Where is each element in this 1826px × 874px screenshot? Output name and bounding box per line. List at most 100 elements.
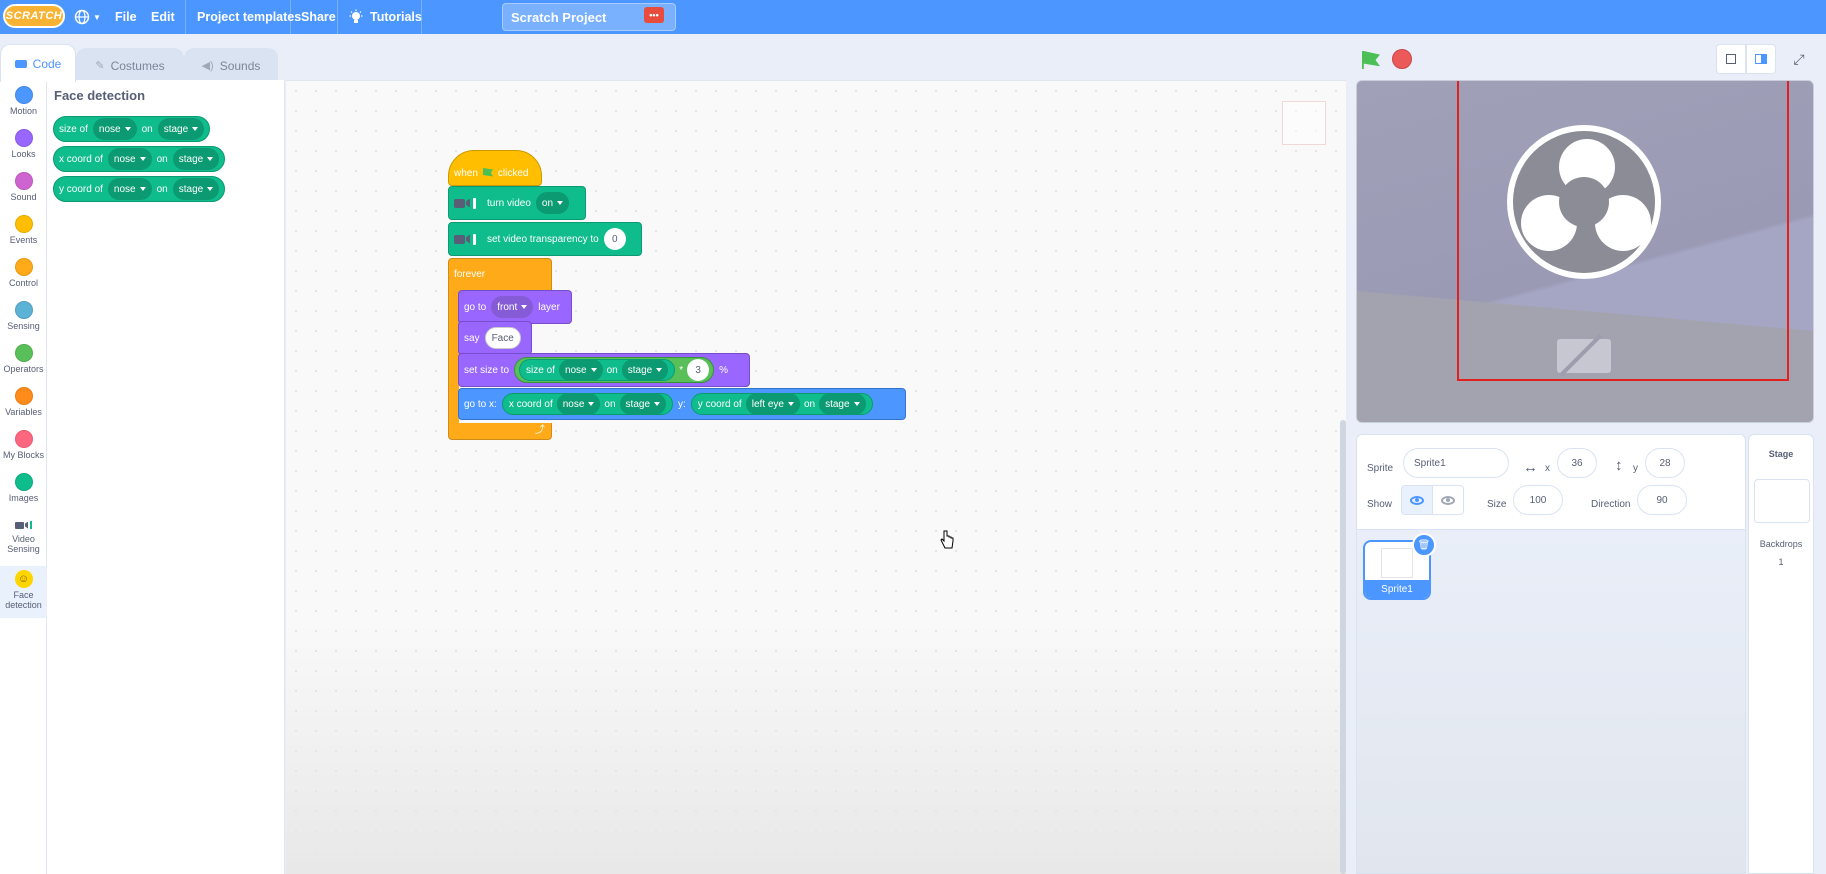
backdrops-count: 1 xyxy=(1778,557,1784,567)
say-block[interactable]: say Face xyxy=(458,321,532,355)
target-dropdown[interactable]: stage xyxy=(619,393,667,415)
target-dropdown[interactable]: stage xyxy=(621,359,669,381)
dropdown-caret-icon xyxy=(192,127,199,131)
palette-block-size-of[interactable]: size of nose on stage xyxy=(53,116,211,142)
direction-input[interactable]: 90 xyxy=(1637,485,1687,515)
category-label: Face detection xyxy=(5,590,42,610)
tab-sounds[interactable]: ◀) Sounds xyxy=(184,48,278,82)
size-input[interactable]: 100 xyxy=(1513,485,1563,515)
transparency-input[interactable]: 0 xyxy=(603,228,626,250)
y-input[interactable]: 28 xyxy=(1645,448,1685,478)
category-face-detection[interactable]: ☺ Face detection xyxy=(0,566,47,618)
hide-sprite-button[interactable] xyxy=(1432,485,1464,515)
sprite-thumbnail xyxy=(1381,548,1413,578)
category-variables[interactable]: Variables xyxy=(0,387,47,417)
share-menu[interactable]: Share xyxy=(301,0,336,34)
category-motion[interactable]: Motion xyxy=(0,86,47,116)
fullscreen-button[interactable]: ⤢ xyxy=(1784,44,1814,74)
category-label: Operators xyxy=(3,364,44,374)
project-templates-menu[interactable]: Project templates xyxy=(197,0,301,34)
menu-divider xyxy=(421,0,422,34)
dropdown-caret-icon xyxy=(207,157,214,161)
part-dropdown[interactable]: nose xyxy=(92,118,137,140)
tab-code[interactable]: Code xyxy=(0,44,76,82)
multiplier-input[interactable]: 3 xyxy=(687,359,710,381)
category-label: Sound xyxy=(10,192,37,202)
part-dropdown[interactable]: nose xyxy=(107,178,152,200)
category-label: Images xyxy=(8,493,39,503)
small-stage-button[interactable] xyxy=(1716,44,1746,74)
green-flag-button[interactable] xyxy=(1359,48,1383,72)
category-looks[interactable]: Looks xyxy=(0,129,47,159)
multiply-operator[interactable]: size of nose on stage * 3 xyxy=(514,357,715,383)
sprite-name-input[interactable]: Sprite1 xyxy=(1403,448,1509,478)
y-coord-reporter[interactable]: y coord of left eye on stage xyxy=(690,393,873,415)
x-coord-reporter[interactable]: x coord of nose on stage xyxy=(501,393,674,415)
part-dropdown[interactable]: nose xyxy=(556,393,601,415)
images-dot-icon xyxy=(14,473,33,491)
fullscreen-icon: ⤢ xyxy=(1793,50,1805,67)
tutorials-label: Tutorials xyxy=(370,10,422,24)
x-input[interactable]: 36 xyxy=(1557,448,1597,478)
workspace-shade xyxy=(286,624,1346,874)
scratch-logo[interactable]: SCRATCH xyxy=(3,4,65,28)
target-dropdown[interactable]: stage xyxy=(819,393,866,415)
workspace-scrollbar[interactable] xyxy=(1340,420,1346,874)
tutorials-menu[interactable]: Tutorials xyxy=(348,0,422,34)
category-label: Control xyxy=(8,278,38,288)
layer-dropdown[interactable]: front xyxy=(491,296,534,318)
block-palette: Face detection size of nose on stage x c… xyxy=(47,80,285,874)
stage-size-toggle xyxy=(1716,44,1776,74)
block-text: size of xyxy=(59,123,88,135)
category-label: Looks xyxy=(11,149,36,159)
recording-icon[interactable]: ••• xyxy=(644,7,664,23)
edit-menu[interactable]: Edit xyxy=(151,0,175,34)
palette-block-y-coord[interactable]: y coord of nose on stage xyxy=(53,176,226,202)
lightbulb-icon xyxy=(349,9,363,23)
video-state-dropdown[interactable]: on xyxy=(535,192,570,214)
target-dropdown[interactable]: stage xyxy=(172,178,220,200)
video-camera-icon xyxy=(454,197,476,209)
stop-button[interactable] xyxy=(1392,49,1412,69)
when-flag-clicked-block[interactable]: when clicked xyxy=(448,150,542,186)
part-dropdown[interactable]: left eye xyxy=(745,393,800,415)
block-text: on xyxy=(141,123,153,135)
category-images[interactable]: Images xyxy=(0,473,47,503)
turn-video-block[interactable]: turn video on xyxy=(448,186,586,220)
say-text-input[interactable]: Face xyxy=(484,327,521,349)
show-sprite-button[interactable] xyxy=(1401,485,1433,515)
category-my-blocks[interactable]: My Blocks xyxy=(0,430,47,460)
small-stage-icon xyxy=(1726,54,1736,64)
normal-stage-button[interactable] xyxy=(1746,44,1776,74)
sprite-label: Sprite xyxy=(1367,463,1394,474)
category-video-sensing[interactable]: Video Sensing xyxy=(0,518,47,554)
category-events[interactable]: Events xyxy=(0,215,47,245)
category-sensing[interactable]: Sensing xyxy=(0,301,47,331)
part-dropdown[interactable]: nose xyxy=(558,359,603,381)
language-menu[interactable]: ▼ xyxy=(74,0,101,34)
size-of-reporter[interactable]: size of nose on stage xyxy=(519,359,676,381)
backdrop-thumbnail[interactable] xyxy=(1754,479,1810,523)
go-to-layer-block[interactable]: go to front layer xyxy=(458,290,572,324)
category-control[interactable]: Control xyxy=(0,258,47,288)
category-operators[interactable]: Operators xyxy=(0,344,47,374)
menu-divider xyxy=(290,0,291,34)
tab-costumes[interactable]: ✎ Costumes xyxy=(76,48,184,82)
stage-target-panel[interactable]: Stage Backdrops 1 xyxy=(1748,434,1814,874)
direction-label: Direction xyxy=(1591,499,1631,510)
set-size-block[interactable]: set size to size of nose on stage * 3 % xyxy=(458,353,750,387)
green-flag-icon xyxy=(482,168,493,177)
target-dropdown[interactable]: stage xyxy=(172,148,220,170)
set-video-transparency-block[interactable]: set video transparency to 0 xyxy=(448,222,642,256)
target-dropdown[interactable]: stage xyxy=(157,118,205,140)
palette-block-x-coord[interactable]: x coord of nose on stage xyxy=(53,146,226,172)
brush-icon: ✎ xyxy=(95,60,105,72)
dropdown-caret-icon xyxy=(853,402,860,406)
file-menu[interactable]: File xyxy=(115,0,137,34)
part-dropdown[interactable]: nose xyxy=(107,148,152,170)
stage-canvas[interactable] xyxy=(1356,80,1814,423)
delete-sprite-button[interactable]: 🗑 xyxy=(1412,533,1436,557)
go-to-xy-block[interactable]: go to x: x coord of nose on stage y: y c… xyxy=(458,388,906,420)
script-workspace[interactable] xyxy=(286,80,1346,874)
category-sound[interactable]: Sound xyxy=(0,172,47,202)
